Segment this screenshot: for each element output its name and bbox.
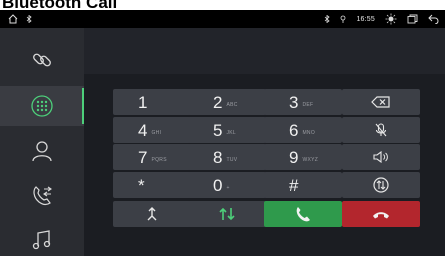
key-8[interactable]: 8 TUV xyxy=(188,144,266,170)
sidebar-item-music[interactable] xyxy=(0,220,84,256)
sidebar xyxy=(0,28,84,256)
hold-icon xyxy=(146,207,158,221)
head-unit-screen: 16:55 1 2 ABC 3 DEF 4 GHI 5 JKL 6 MNO 7 … xyxy=(0,10,445,256)
clock: 16:55 xyxy=(356,15,375,23)
backspace-button[interactable] xyxy=(342,89,420,115)
number-display xyxy=(84,28,445,74)
bluetooth-icon xyxy=(26,15,32,23)
key-4[interactable]: 4 GHI xyxy=(113,117,191,143)
speaker-icon xyxy=(373,151,389,163)
contacts-icon xyxy=(31,140,53,162)
key-star[interactable]: * xyxy=(113,172,191,198)
call-switch-icon xyxy=(373,177,389,193)
key-9[interactable]: 9 WXYZ xyxy=(264,144,342,170)
sidebar-item-link[interactable] xyxy=(0,40,84,80)
sidebar-item-contacts[interactable] xyxy=(0,131,84,171)
recent-calls-icon xyxy=(31,185,53,207)
switch-call-button[interactable] xyxy=(342,172,420,198)
speaker-button[interactable] xyxy=(342,144,420,170)
location-icon xyxy=(340,15,346,23)
call-button[interactable] xyxy=(264,201,342,227)
sidebar-item-recent-calls[interactable] xyxy=(0,176,84,216)
bluetooth-status-icon xyxy=(324,15,331,23)
key-3[interactable]: 3 DEF xyxy=(264,89,342,115)
music-icon xyxy=(31,229,53,251)
dialpad-icon xyxy=(31,95,53,117)
status-bar: 16:55 xyxy=(0,10,445,28)
key-7[interactable]: 7 PQRS xyxy=(113,144,191,170)
backspace-icon xyxy=(371,96,391,108)
key-1[interactable]: 1 xyxy=(113,89,191,115)
page-title: Bluetooth Call xyxy=(2,0,118,12)
transfer-button[interactable] xyxy=(188,201,266,227)
hang-up-button[interactable] xyxy=(342,201,420,227)
home-icon[interactable] xyxy=(8,14,18,24)
transfer-icon xyxy=(219,207,235,221)
back-icon[interactable] xyxy=(428,14,439,24)
brightness-icon[interactable] xyxy=(385,13,397,25)
key-5[interactable]: 5 JKL xyxy=(188,117,266,143)
hold-button[interactable] xyxy=(113,201,191,227)
key-hash[interactable]: # xyxy=(264,172,342,198)
key-0[interactable]: 0 + xyxy=(188,172,266,198)
window-icon[interactable] xyxy=(407,14,418,24)
mute-button[interactable] xyxy=(342,117,420,143)
call-icon xyxy=(295,206,311,222)
link-icon xyxy=(31,49,53,71)
sidebar-item-dialpad[interactable] xyxy=(0,86,84,126)
key-6[interactable]: 6 MNO xyxy=(264,117,342,143)
key-2[interactable]: 2 ABC xyxy=(188,89,266,115)
hang-up-icon xyxy=(372,209,390,219)
mic-mute-icon xyxy=(375,123,387,137)
